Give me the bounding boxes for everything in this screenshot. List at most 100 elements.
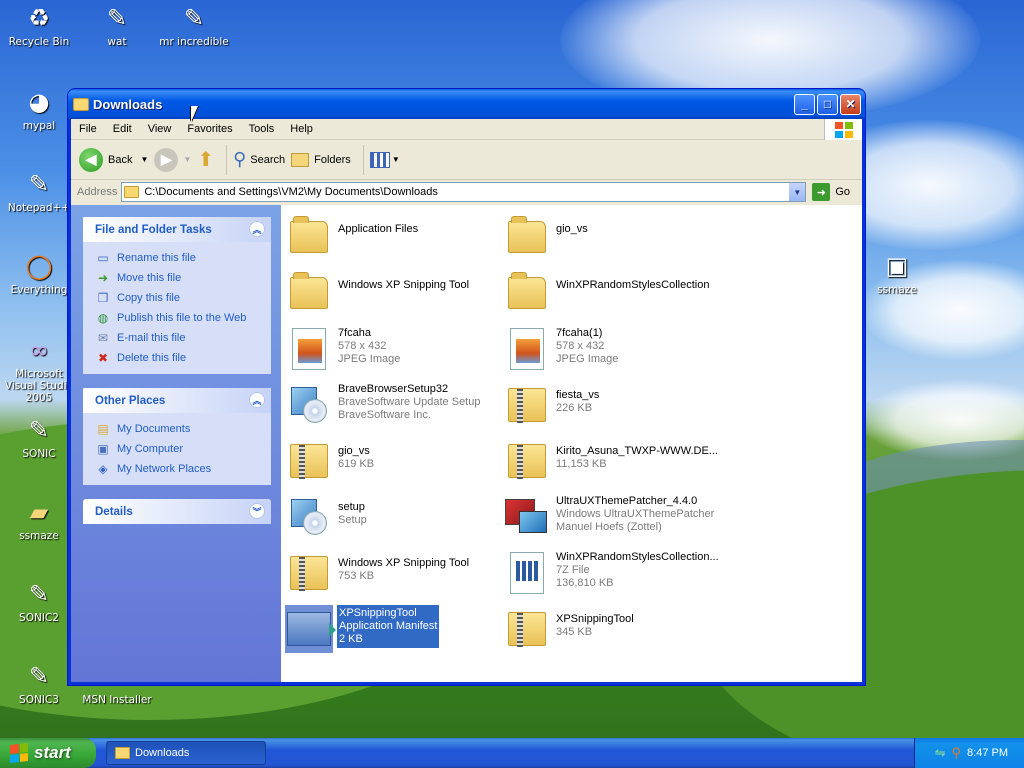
address-input[interactable]: C:\Documents and Settings\VM2\My Documen… xyxy=(121,182,807,202)
other-places-header[interactable]: Other Places ︽ xyxy=(83,388,271,413)
notepad-icon: ✎ xyxy=(28,170,50,198)
task-move-file[interactable]: ➜ Move this file xyxy=(95,268,271,288)
menu-tools[interactable]: Tools xyxy=(241,123,283,135)
file-item-fiesta-vs[interactable]: fiesta_vs 226 KB xyxy=(503,381,723,431)
file-description: Setup xyxy=(338,514,367,526)
globe-icon: ◍ xyxy=(97,311,109,325)
clock[interactable]: 8:47 PM xyxy=(967,747,1008,759)
close-button[interactable]: ✕ xyxy=(840,93,861,115)
file-name: Windows XP Snipping Tool xyxy=(338,557,470,569)
start-button[interactable]: start xyxy=(0,738,96,768)
file-name: BraveBrowserSetup32 xyxy=(338,383,449,395)
system-tray: ⇋ ⚲ 8:47 PM xyxy=(914,738,1024,768)
desktop-icon-sonic[interactable]: ✎ SONIC xyxy=(2,414,76,460)
file-item-application-files[interactable]: Application Files xyxy=(285,213,505,263)
jpeg-image-icon xyxy=(292,328,326,370)
desktop-icon-label: ssmaze xyxy=(19,530,59,542)
chevron-down-icon[interactable]: ▼ xyxy=(183,155,191,164)
file-description: Windows UltraUXThemePatcher xyxy=(556,508,715,520)
file-name: 7fcaha xyxy=(338,327,372,339)
file-name: XPSnippingTool xyxy=(556,613,634,625)
file-item-random-styles-7z[interactable]: WinXPRandomStylesCollection... 7Z File 136… xyxy=(503,549,723,599)
toolbar-separator xyxy=(362,144,364,175)
desktop-icon-ssmaze-computer[interactable]: ▣ ssmaze xyxy=(860,250,934,296)
back-button[interactable]: ◀ Back ▼ xyxy=(79,147,148,172)
file-item-xpsnippingtool-manifest[interactable]: XPSnippingTool Application Manifest 2 KB xyxy=(285,605,505,655)
chevron-down-icon[interactable]: ▼ xyxy=(140,155,148,164)
title-bar[interactable]: Downloads _ □ ✕ xyxy=(68,89,865,119)
desktop-icon-notepad[interactable]: ✎ Notepad++ xyxy=(2,168,76,214)
place-my-documents[interactable]: ▤ My Documents xyxy=(95,419,271,439)
desktop-icon-recycle-bin[interactable]: ♻ Recycle Bin xyxy=(2,2,76,48)
chevron-down-icon[interactable]: ︾ xyxy=(249,503,265,519)
file-type: 7Z File xyxy=(556,564,590,576)
desktop-icon-label: mr incredible xyxy=(159,36,229,48)
file-item-setup[interactable]: setup Setup xyxy=(285,493,505,543)
desktop-icon-label: SONIC3 xyxy=(19,694,59,706)
task-rename-file[interactable]: ▭ Rename this file xyxy=(95,248,271,268)
file-dimensions: 578 x 432 xyxy=(338,340,387,352)
task-publish-web[interactable]: ◍ Publish this file to the Web xyxy=(95,308,271,328)
file-item-7fcaha[interactable]: 7fcaha 578 x 432 JPEG Image xyxy=(285,325,505,375)
place-my-computer[interactable]: ▣ My Computer xyxy=(95,439,271,459)
task-copy-file[interactable]: ❐ Copy this file xyxy=(95,288,271,308)
file-item-gio-vs-zip[interactable]: gio_vs 619 KB xyxy=(285,437,505,487)
file-item-gio-vs-folder[interactable]: gio_vs xyxy=(503,213,723,263)
maximize-button[interactable]: □ xyxy=(817,93,838,115)
desktop-icon-ssmaze-folder[interactable]: ▰ ssmaze xyxy=(2,496,76,542)
details-header[interactable]: Details ︾ xyxy=(83,499,271,524)
desktop-icon-mr-incredible[interactable]: ✎ mr incredible xyxy=(157,2,231,48)
email-icon: ✉ xyxy=(97,331,109,345)
zip-folder-icon xyxy=(508,388,546,423)
menu-favorites[interactable]: Favorites xyxy=(179,123,240,135)
network-tray-icon[interactable]: ⇋ xyxy=(935,745,946,761)
menu-view[interactable]: View xyxy=(140,123,180,135)
file-folder-tasks-header[interactable]: File and Folder Tasks ︽ xyxy=(83,217,271,242)
forward-button[interactable]: ▶ ▼ xyxy=(154,147,191,172)
visual-studio-icon: ∞ xyxy=(29,336,49,364)
chevron-up-icon[interactable]: ︽ xyxy=(249,221,265,237)
up-folder-button[interactable]: ⬆ xyxy=(197,147,214,172)
search-tray-icon[interactable]: ⚲ xyxy=(952,745,962,761)
menu-edit[interactable]: Edit xyxy=(105,123,140,135)
desktop-icon-everything[interactable]: ◯ Everything xyxy=(2,250,76,296)
menu-help[interactable]: Help xyxy=(282,123,321,135)
desktop-icon-label: SONIC xyxy=(22,448,56,460)
desktop-icon-sonic2[interactable]: ✎ SONIC2 xyxy=(2,578,76,624)
minimize-button[interactable]: _ xyxy=(794,93,815,115)
file-item-snipping-tool-folder[interactable]: Windows XP Snipping Tool xyxy=(285,269,505,319)
file-item-xpsnippingtool-zip[interactable]: XPSnippingTool 345 KB xyxy=(503,605,723,655)
file-item-ultraux-patcher[interactable]: UltraUXThemePatcher_4.4.0 Windows UltraUX… xyxy=(503,493,723,543)
file-item-kirito-asuna[interactable]: Kirito_Asuna_TWXP-WWW.DE... 11,153 KB xyxy=(503,437,723,487)
menu-file[interactable]: File xyxy=(71,123,105,135)
file-size: 2 KB xyxy=(339,633,363,645)
file-size: 753 KB xyxy=(338,570,375,582)
start-label: start xyxy=(34,743,71,762)
file-name: fiesta_vs xyxy=(556,389,600,401)
desktop-icon-mypal[interactable]: ◕ mypal xyxy=(2,86,76,132)
file-item-snipping-tool-zip[interactable]: Windows XP Snipping Tool 753 KB xyxy=(285,549,505,599)
desktop-icon-label: mypal xyxy=(22,120,56,132)
desktop-icon-wat[interactable]: ✎ wat xyxy=(80,2,154,48)
chevron-up-icon[interactable]: ︽ xyxy=(249,392,265,408)
file-item-random-styles-folder[interactable]: WinXPRandomStylesCollection xyxy=(503,269,723,319)
search-ring-icon: ◯ xyxy=(25,252,53,280)
go-button[interactable]: ➜ Go xyxy=(812,183,850,201)
manifest-file-icon xyxy=(287,612,336,646)
file-item-brave-setup[interactable]: BraveBrowserSetup32 BraveSoftware Update … xyxy=(285,381,505,431)
paintbrush-icon: ✎ xyxy=(28,416,50,444)
views-button[interactable]: ▼ xyxy=(369,151,400,168)
address-label: Address xyxy=(77,186,118,198)
chevron-down-icon[interactable]: ▼ xyxy=(789,183,806,201)
folder-icon xyxy=(508,216,546,253)
task-delete-file[interactable]: ✖ Delete this file xyxy=(95,348,271,368)
recycle-bin-icon: ♻ xyxy=(28,4,50,32)
place-my-network[interactable]: ◈ My Network Places xyxy=(95,459,271,479)
folders-button[interactable]: Folders xyxy=(291,152,351,167)
folder-icon xyxy=(290,272,328,309)
search-button[interactable]: ⚲ Search xyxy=(233,149,285,170)
task-email-file[interactable]: ✉ E-mail this file xyxy=(95,328,271,348)
file-item-7fcaha-1[interactable]: 7fcaha(1) 578 x 432 JPEG Image xyxy=(503,325,723,375)
taskbar-button-downloads[interactable]: Downloads xyxy=(106,741,266,765)
desktop-icon-sonic3[interactable]: ✎ SONIC3 xyxy=(2,660,76,706)
